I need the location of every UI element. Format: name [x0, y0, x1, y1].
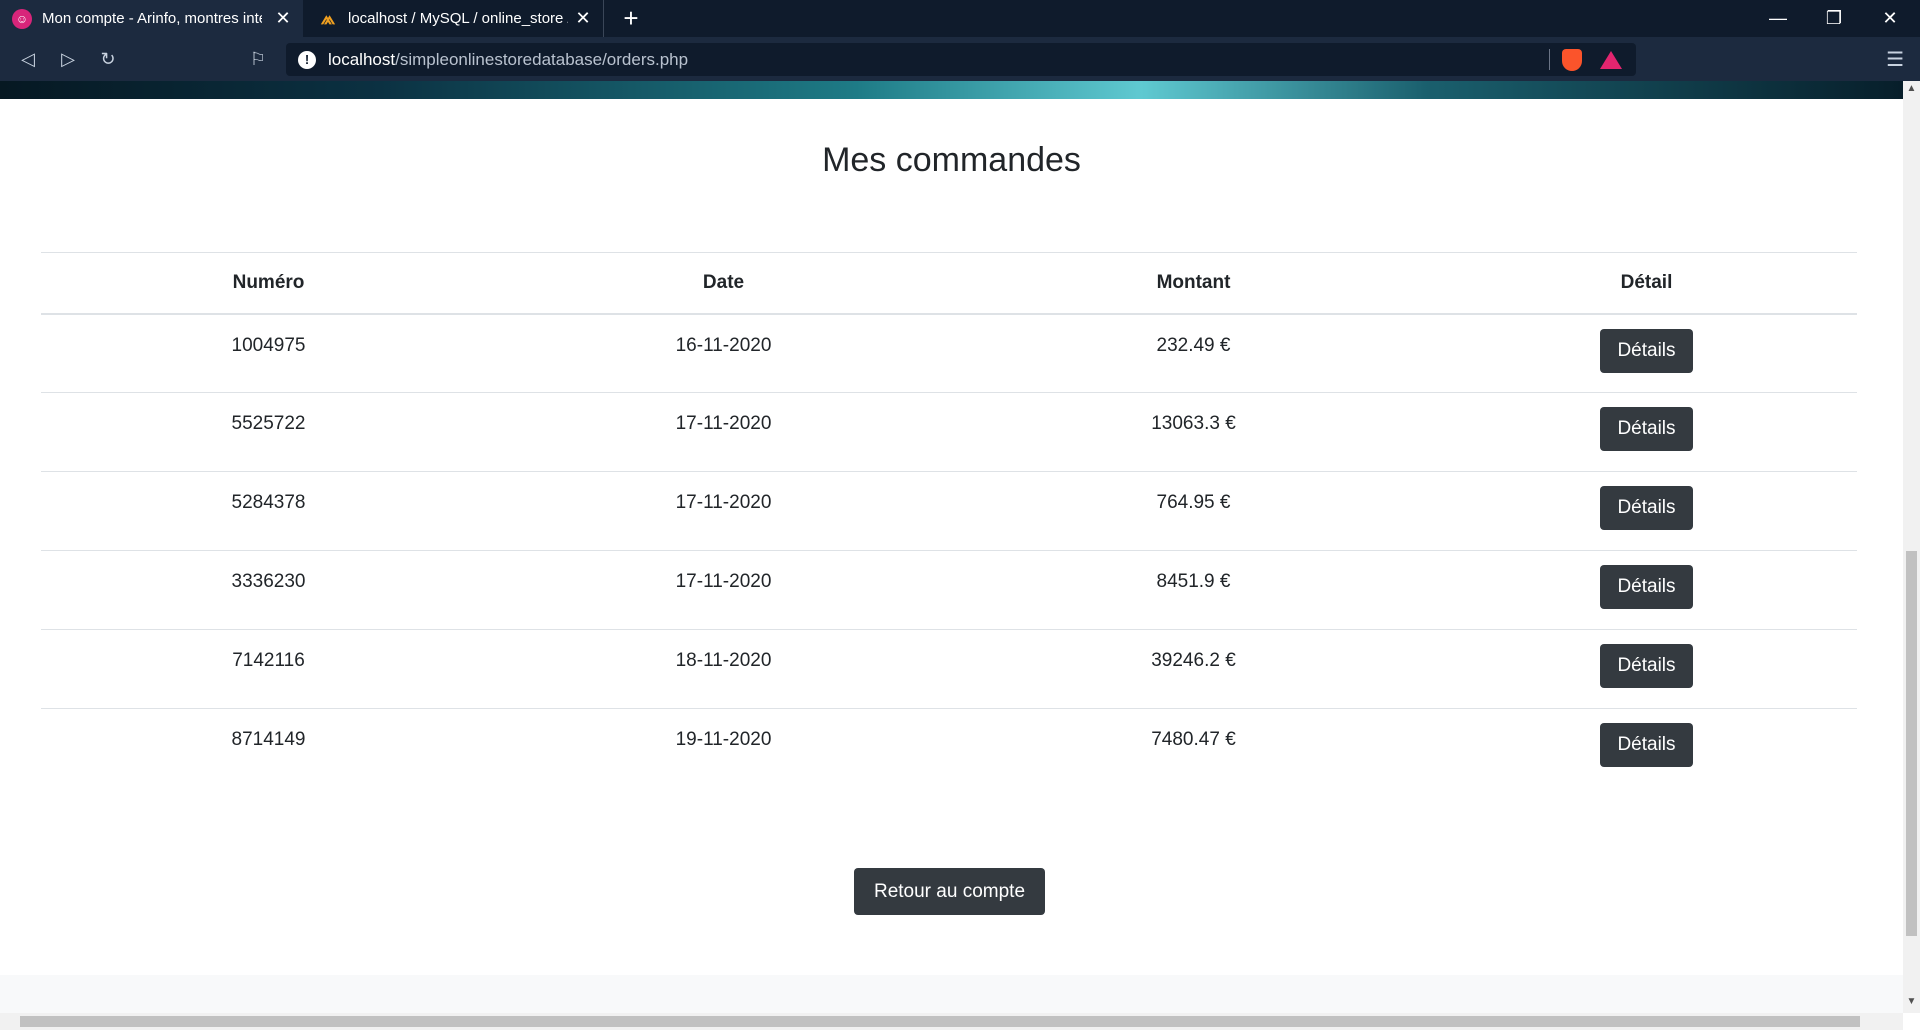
order-detail-cell: Détails — [1436, 472, 1857, 551]
browser-tab-account[interactable]: ☺ Mon compte - Arinfo, montres inte ✕ — [0, 0, 303, 37]
order-date: 19-11-2020 — [675, 729, 772, 750]
vertical-scroll-thumb[interactable] — [1906, 551, 1917, 936]
column-header-detail: Détail — [1620, 271, 1673, 293]
page-title: Mes commandes — [822, 141, 1081, 179]
order-amount: 39246.2 € — [1151, 650, 1236, 671]
tab-title: localhost / MySQL / online_store / — [348, 10, 568, 27]
main-content: Mes commandes Numéro Date Montant Détail… — [0, 99, 1903, 975]
horizontal-scroll-thumb[interactable] — [20, 1016, 1860, 1027]
table-row: 8714149 19-11-2020 7480.47 € Détails — [41, 709, 1857, 788]
page-footer — [0, 975, 1903, 1013]
tab-title: Mon compte - Arinfo, montres inte — [42, 10, 262, 27]
hamburger-menu-icon[interactable]: ☰ — [1886, 47, 1904, 72]
order-amount: 8451.9 € — [1156, 571, 1231, 592]
details-button[interactable]: Détails — [1600, 486, 1693, 530]
close-tab-icon[interactable]: ✕ — [273, 8, 293, 29]
order-number: 3336230 — [231, 571, 306, 592]
forward-icon[interactable]: ▷ — [54, 46, 82, 72]
hero-image — [0, 81, 1903, 99]
order-amount: 764.95 € — [1156, 492, 1231, 513]
table-row: 7142116 18-11-2020 39246.2 € Détails — [41, 630, 1857, 709]
column-header-numero: Numéro — [232, 271, 305, 293]
order-detail-cell: Détails — [1436, 551, 1857, 630]
scroll-up-icon[interactable]: ▲ — [1903, 83, 1920, 94]
table-row: 3336230 17-11-2020 8451.9 € Détails — [41, 551, 1857, 630]
order-date: 17-11-2020 — [675, 571, 772, 592]
order-amount: 13063.3 € — [1151, 413, 1236, 434]
site-logo-icon: ☺ — [12, 8, 32, 29]
order-number: 1004975 — [231, 334, 306, 356]
bookmark-icon[interactable]: ⚐ — [244, 46, 272, 72]
address-bar[interactable]: ! localhost/simpleonlinestoredatabase/or… — [286, 43, 1636, 76]
phpmyadmin-icon: ⩕ — [320, 8, 336, 28]
order-detail-cell: Détails — [1436, 314, 1857, 393]
details-button[interactable]: Détails — [1600, 407, 1693, 451]
order-detail-cell: Détails — [1436, 630, 1857, 709]
horizontal-scrollbar[interactable] — [0, 1013, 1903, 1030]
order-date: 16-11-2020 — [675, 334, 772, 356]
vertical-scrollbar[interactable]: ▲ ▼ — [1903, 81, 1920, 1013]
browser-toolbar: ◁ ▷ ↻ ⚐ ! localhost/simpleonlinestoredat… — [0, 37, 1920, 81]
address-divider — [1549, 49, 1550, 70]
close-window-icon[interactable]: ✕ — [1862, 0, 1918, 37]
minimize-icon[interactable]: — — [1750, 0, 1806, 37]
brave-rewards-icon[interactable] — [1600, 51, 1622, 69]
table-row: 1004975 16-11-2020 232.49 € Détails — [41, 314, 1857, 393]
order-number: 7142116 — [232, 650, 305, 671]
order-date: 17-11-2020 — [675, 492, 772, 513]
order-detail-cell: Détails — [1436, 393, 1857, 472]
new-tab-button[interactable]: + — [616, 3, 646, 34]
column-header-montant: Montant — [1156, 271, 1231, 293]
url-path: /simpleonlinestoredatabase/orders.php — [395, 49, 689, 69]
order-date: 17-11-2020 — [675, 413, 772, 434]
order-number: 5284378 — [231, 492, 306, 513]
details-button[interactable]: Détails — [1600, 723, 1693, 767]
column-header-date: Date — [702, 271, 745, 293]
table-header-row: Numéro Date Montant Détail — [41, 252, 1857, 314]
order-detail-cell: Détails — [1436, 709, 1857, 788]
back-icon[interactable]: ◁ — [14, 46, 42, 72]
browser-tab-phpmyadmin[interactable]: ⩕ localhost / MySQL / online_store / ✕ — [306, 0, 604, 37]
order-number: 8714149 — [231, 729, 306, 750]
brave-shields-icon[interactable] — [1562, 49, 1582, 71]
scroll-down-icon[interactable]: ▼ — [1903, 996, 1920, 1007]
orders-table: Numéro Date Montant Détail 1004975 16-11… — [41, 252, 1857, 788]
details-button[interactable]: Détails — [1600, 328, 1693, 373]
order-date: 18-11-2020 — [675, 650, 772, 671]
site-info-icon[interactable]: ! — [298, 50, 316, 69]
details-button[interactable]: Détails — [1600, 644, 1693, 688]
order-number: 5525722 — [231, 413, 306, 434]
restore-icon[interactable]: ❐ — [1806, 0, 1862, 37]
reload-icon[interactable]: ↻ — [94, 46, 122, 72]
table-row: 5525722 17-11-2020 13063.3 € Détails — [41, 393, 1857, 472]
details-button[interactable]: Détails — [1600, 565, 1693, 609]
order-amount: 232.49 € — [1156, 334, 1231, 356]
table-row: 5284378 17-11-2020 764.95 € Détails — [41, 472, 1857, 551]
url-host: localhost — [328, 49, 396, 69]
back-to-account-button[interactable]: Retour au compte — [854, 868, 1045, 915]
close-tab-icon[interactable]: ✕ — [573, 8, 593, 29]
order-amount: 7480.47 € — [1151, 729, 1236, 750]
browser-tab-bar: ☺ Mon compte - Arinfo, montres inte ✕ ⩕ … — [0, 0, 1920, 37]
